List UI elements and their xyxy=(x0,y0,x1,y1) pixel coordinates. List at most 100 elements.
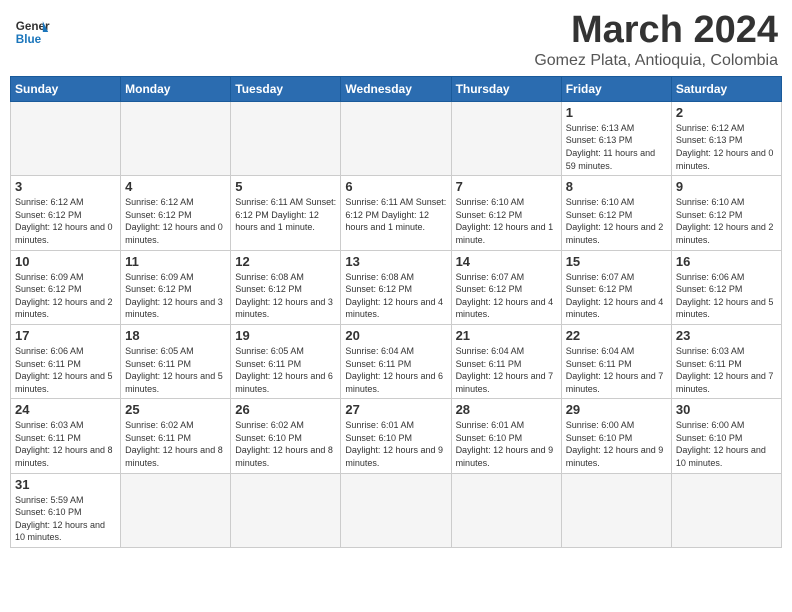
table-row: 9 Sunrise: 6:10 AM Sunset: 6:12 PM Daylig… xyxy=(671,176,781,250)
day-number: 26 xyxy=(235,402,336,417)
day-info: Sunrise: 6:01 AM Sunset: 6:10 PM Dayligh… xyxy=(456,419,557,469)
day-info: Sunrise: 6:02 AM Sunset: 6:11 PM Dayligh… xyxy=(125,419,226,469)
table-row xyxy=(561,473,671,547)
day-number: 22 xyxy=(566,328,667,343)
header-monday: Monday xyxy=(121,76,231,101)
calendar-header-row: Sunday Monday Tuesday Wednesday Thursday… xyxy=(11,76,782,101)
header-sunday: Sunday xyxy=(11,76,121,101)
day-number: 10 xyxy=(15,254,116,269)
month-title: March 2024 xyxy=(534,10,778,52)
day-info: Sunrise: 6:12 AM Sunset: 6:12 PM Dayligh… xyxy=(15,196,116,246)
table-row: 30 Sunrise: 6:00 AM Sunset: 6:10 PM Dayli… xyxy=(671,399,781,473)
day-number: 13 xyxy=(345,254,446,269)
day-number: 5 xyxy=(235,179,336,194)
table-row: 24 Sunrise: 6:03 AM Sunset: 6:11 PM Dayli… xyxy=(11,399,121,473)
table-row: 8Sunrise: 6:10 AM Sunset: 6:12 PM Daylig… xyxy=(561,176,671,250)
table-row: 23Sunrise: 6:03 AM Sunset: 6:11 PM Dayli… xyxy=(671,324,781,398)
table-row: 5 Sunrise: 6:11 AM Sunset: 6:12 PM Daylig… xyxy=(231,176,341,250)
day-info: Sunrise: 6:00 AM Sunset: 6:10 PM Dayligh… xyxy=(676,419,777,469)
page-header: General Blue March 2024 Gomez Plata, Ant… xyxy=(10,10,782,70)
table-row xyxy=(121,473,231,547)
day-info: Sunrise: 6:11 AM Sunset: 6:12 PM Dayligh… xyxy=(235,196,336,234)
table-row: 7 Sunrise: 6:10 AM Sunset: 6:12 PM Daylig… xyxy=(451,176,561,250)
day-number: 14 xyxy=(456,254,557,269)
header-wednesday: Wednesday xyxy=(341,76,451,101)
table-row: 20 Sunrise: 6:04 AM Sunset: 6:11 PM Dayli… xyxy=(341,324,451,398)
day-info: Sunrise: 6:07 AM Sunset: 6:12 PM Dayligh… xyxy=(566,271,667,321)
table-row: 27 Sunrise: 6:01 AM Sunset: 6:10 PM Dayli… xyxy=(341,399,451,473)
day-info: Sunrise: 6:04 AM Sunset: 6:11 PM Dayligh… xyxy=(566,345,667,395)
table-row xyxy=(11,101,121,175)
day-info: Sunrise: 6:01 AM Sunset: 6:10 PM Dayligh… xyxy=(345,419,446,469)
day-number: 7 xyxy=(456,179,557,194)
svg-text:Blue: Blue xyxy=(16,33,42,46)
day-info: Sunrise: 6:04 AM Sunset: 6:11 PM Dayligh… xyxy=(345,345,446,395)
table-row xyxy=(341,473,451,547)
table-row: 28Sunrise: 6:01 AM Sunset: 6:10 PM Dayli… xyxy=(451,399,561,473)
table-row xyxy=(451,101,561,175)
day-info: Sunrise: 6:05 AM Sunset: 6:11 PM Dayligh… xyxy=(235,345,336,395)
day-number: 27 xyxy=(345,402,446,417)
day-info: Sunrise: 6:08 AM Sunset: 6:12 PM Dayligh… xyxy=(345,271,446,321)
table-row xyxy=(231,473,341,547)
day-info: Sunrise: 6:09 AM Sunset: 6:12 PM Dayligh… xyxy=(125,271,226,321)
table-row xyxy=(121,101,231,175)
table-row: 4Sunrise: 6:12 AM Sunset: 6:12 PM Daylig… xyxy=(121,176,231,250)
table-row: 31Sunrise: 5:59 AM Sunset: 6:10 PM Dayli… xyxy=(11,473,121,547)
day-number: 15 xyxy=(566,254,667,269)
day-number: 25 xyxy=(125,402,226,417)
day-number: 30 xyxy=(676,402,777,417)
day-number: 18 xyxy=(125,328,226,343)
day-number: 6 xyxy=(345,179,446,194)
header-saturday: Saturday xyxy=(671,76,781,101)
table-row: 13 Sunrise: 6:08 AM Sunset: 6:12 PM Dayli… xyxy=(341,250,451,324)
day-number: 31 xyxy=(15,477,116,492)
table-row xyxy=(231,101,341,175)
day-info: Sunrise: 6:04 AM Sunset: 6:11 PM Dayligh… xyxy=(456,345,557,395)
day-info: Sunrise: 6:00 AM Sunset: 6:10 PM Dayligh… xyxy=(566,419,667,469)
table-row: 16Sunrise: 6:06 AM Sunset: 6:12 PM Dayli… xyxy=(671,250,781,324)
day-number: 9 xyxy=(676,179,777,194)
day-info: Sunrise: 6:06 AM Sunset: 6:12 PM Dayligh… xyxy=(676,271,777,321)
day-info: Sunrise: 6:03 AM Sunset: 6:11 PM Dayligh… xyxy=(676,345,777,395)
day-info: Sunrise: 6:12 AM Sunset: 6:13 PM Dayligh… xyxy=(676,122,777,172)
subtitle: Gomez Plata, Antioquia, Colombia xyxy=(534,52,778,70)
table-row: 18 Sunrise: 6:05 AM Sunset: 6:11 PM Dayli… xyxy=(121,324,231,398)
day-number: 17 xyxy=(15,328,116,343)
table-row: 10 Sunrise: 6:09 AM Sunset: 6:12 PM Dayli… xyxy=(11,250,121,324)
calendar-table: Sunday Monday Tuesday Wednesday Thursday… xyxy=(10,76,782,548)
day-number: 19 xyxy=(235,328,336,343)
table-row xyxy=(671,473,781,547)
table-row: 2 Sunrise: 6:12 AM Sunset: 6:13 PM Daylig… xyxy=(671,101,781,175)
day-info: Sunrise: 6:10 AM Sunset: 6:12 PM Dayligh… xyxy=(456,196,557,246)
header-friday: Friday xyxy=(561,76,671,101)
title-area: March 2024 Gomez Plata, Antioquia, Colom… xyxy=(534,10,778,70)
day-number: 12 xyxy=(235,254,336,269)
day-number: 2 xyxy=(676,105,777,120)
table-row: 12 Sunrise: 6:08 AM Sunset: 6:12 PM Dayli… xyxy=(231,250,341,324)
day-info: Sunrise: 6:03 AM Sunset: 6:11 PM Dayligh… xyxy=(15,419,116,469)
day-number: 8 xyxy=(566,179,667,194)
day-info: Sunrise: 6:08 AM Sunset: 6:12 PM Dayligh… xyxy=(235,271,336,321)
day-info: Sunrise: 6:13 AM Sunset: 6:13 PM Dayligh… xyxy=(566,122,667,172)
table-row: 25 Sunrise: 6:02 AM Sunset: 6:11 PM Dayli… xyxy=(121,399,231,473)
table-row: 6Sunrise: 6:11 AM Sunset: 6:12 PM Daylig… xyxy=(341,176,451,250)
day-info: Sunrise: 6:05 AM Sunset: 6:11 PM Dayligh… xyxy=(125,345,226,395)
day-info: Sunrise: 6:09 AM Sunset: 6:12 PM Dayligh… xyxy=(15,271,116,321)
day-number: 4 xyxy=(125,179,226,194)
day-number: 11 xyxy=(125,254,226,269)
day-number: 20 xyxy=(345,328,446,343)
day-number: 29 xyxy=(566,402,667,417)
table-row: 17 Sunrise: 6:06 AM Sunset: 6:11 PM Dayli… xyxy=(11,324,121,398)
day-number: 24 xyxy=(15,402,116,417)
table-row: 26Sunrise: 6:02 AM Sunset: 6:10 PM Dayli… xyxy=(231,399,341,473)
table-row: 1Sunrise: 6:13 AM Sunset: 6:13 PM Daylig… xyxy=(561,101,671,175)
header-thursday: Thursday xyxy=(451,76,561,101)
table-row: 22 Sunrise: 6:04 AM Sunset: 6:11 PM Dayli… xyxy=(561,324,671,398)
header-tuesday: Tuesday xyxy=(231,76,341,101)
day-info: Sunrise: 6:10 AM Sunset: 6:12 PM Dayligh… xyxy=(676,196,777,246)
logo: General Blue xyxy=(14,14,50,50)
table-row xyxy=(451,473,561,547)
day-info: Sunrise: 6:06 AM Sunset: 6:11 PM Dayligh… xyxy=(15,345,116,395)
table-row: 3Sunrise: 6:12 AM Sunset: 6:12 PM Daylig… xyxy=(11,176,121,250)
